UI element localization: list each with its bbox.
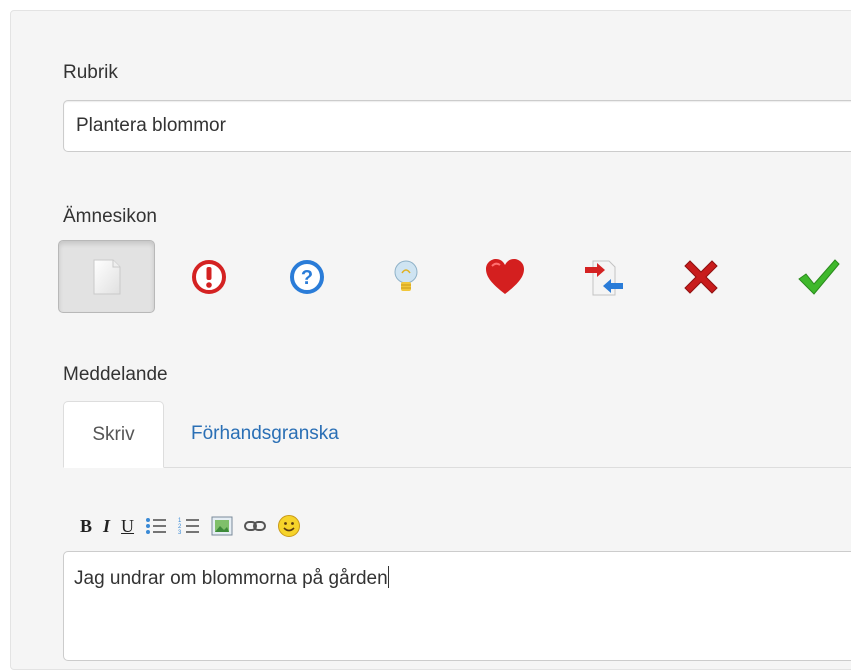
link-button[interactable] (244, 513, 267, 539)
topic-icon-question-button[interactable]: ? (258, 240, 355, 313)
numbered-list-icon: 1 2 3 (178, 518, 200, 536)
heart-icon (485, 258, 524, 294)
checkmark-icon (797, 258, 840, 295)
topic-icon-x-button[interactable] (652, 240, 749, 313)
message-textarea[interactable]: Jag undrar om blommorna på gården (63, 551, 851, 661)
message-text: Jag undrar om blommorna på gården (74, 568, 388, 589)
subject-input[interactable] (63, 100, 851, 152)
smiley-button[interactable] (277, 513, 301, 539)
svg-text:3: 3 (178, 530, 182, 536)
tab-write[interactable]: Skriv (63, 401, 164, 468)
topic-icon-document-button[interactable] (58, 240, 155, 313)
image-icon (211, 516, 233, 536)
numbered-list-button[interactable]: 1 2 3 (178, 513, 200, 539)
underline-button[interactable]: U (121, 513, 134, 539)
svg-text:?: ? (300, 267, 312, 289)
smiley-icon (278, 515, 301, 537)
document-icon (93, 259, 120, 294)
x-cross-icon (683, 259, 718, 294)
topic-icon-exclamation-button[interactable] (160, 240, 257, 313)
tab-preview[interactable]: Förhandsgranska (191, 401, 339, 467)
exclamation-icon (191, 259, 226, 294)
bullet-list-icon (146, 518, 167, 534)
topic-icon-lightbulb-button[interactable] (357, 240, 454, 313)
image-button[interactable] (211, 513, 233, 539)
message-tabs: Skriv Förhandsgranska (63, 401, 851, 468)
link-icon (244, 521, 267, 531)
topic-icon-redirect-button[interactable] (555, 240, 652, 313)
editor-toolbar: B I U 1 2 3 (80, 512, 312, 540)
message-label: Meddelande (63, 364, 168, 385)
italic-button[interactable]: I (103, 513, 110, 539)
topic-icon-checkmark-button[interactable] (770, 240, 851, 313)
bold-button[interactable]: B (80, 513, 92, 539)
redirect-arrows-icon (584, 260, 623, 295)
text-caret (387, 566, 389, 588)
question-icon: ? (289, 259, 324, 294)
bullet-list-button[interactable] (145, 513, 167, 539)
topic-icon-label: Ämnesikon (63, 206, 157, 227)
subject-label: Rubrik (63, 62, 118, 83)
lightbulb-icon (394, 260, 417, 291)
topic-icon-heart-button[interactable] (456, 240, 553, 313)
